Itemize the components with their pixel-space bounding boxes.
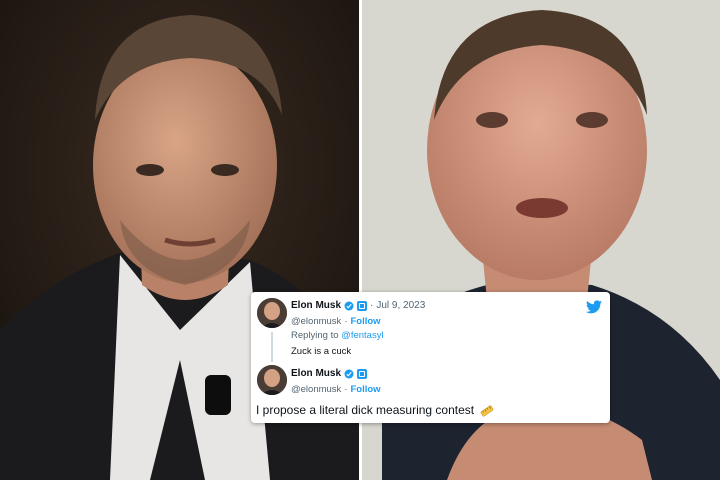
handle-separator: ·: [344, 384, 348, 395]
verified-icon: [344, 369, 354, 378]
tweet-text-row: I propose a literal dick measuring conte…: [256, 403, 494, 418]
author-name[interactable]: Elon Musk: [291, 368, 341, 379]
handle-row: @elonmusk · Follow: [291, 384, 381, 395]
twitter-bird-icon[interactable]: [586, 300, 602, 314]
affiliate-badge-icon: [357, 368, 368, 379]
tweet-card[interactable]: Elon Musk · Jul 9, 2023 @elonmusk · Foll…: [251, 292, 610, 423]
handle-separator: ·: [344, 316, 348, 327]
replying-to-label: Replying to: [291, 330, 339, 341]
replying-to-line: Replying to @fentasyl: [291, 330, 384, 341]
verified-icon: [344, 301, 354, 310]
follow-button[interactable]: Follow: [350, 384, 380, 395]
author-row[interactable]: Elon Musk: [291, 368, 368, 379]
follow-button[interactable]: Follow: [350, 316, 380, 327]
author-handle[interactable]: @elonmusk: [291, 384, 341, 395]
avatar[interactable]: [257, 365, 287, 395]
tweet-text: Zuck is a cuck: [291, 346, 352, 357]
author-row[interactable]: Elon Musk · Jul 9, 2023: [291, 300, 425, 311]
thread-connector-line: [271, 332, 273, 362]
author-handle[interactable]: @elonmusk: [291, 316, 341, 327]
avatar[interactable]: [257, 298, 287, 328]
straight-ruler-emoji-icon: [481, 405, 494, 417]
handle-row: @elonmusk · Follow: [291, 316, 381, 327]
tweet-text: I propose a literal dick measuring conte…: [256, 403, 475, 417]
replying-to-handle[interactable]: @fentasyl: [341, 330, 383, 341]
date-separator: ·: [370, 300, 374, 311]
affiliate-badge-icon: [357, 300, 368, 311]
author-name[interactable]: Elon Musk: [291, 300, 341, 311]
tweet-date[interactable]: Jul 9, 2023: [376, 300, 425, 311]
